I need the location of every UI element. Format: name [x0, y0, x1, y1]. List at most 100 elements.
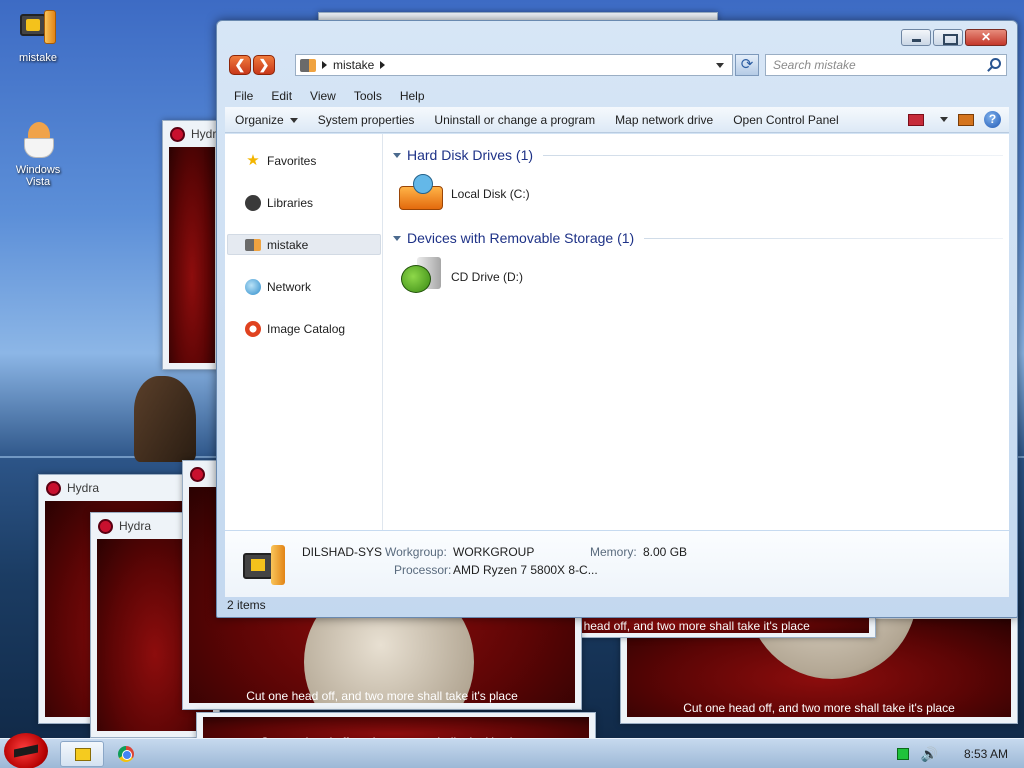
hard-disk-icon: [399, 174, 443, 214]
hydra-caption: Cut one head off, and two more shall tak…: [683, 701, 955, 715]
menu-file[interactable]: File: [225, 85, 262, 107]
sidebar-item-libraries[interactable]: Libraries: [225, 182, 382, 224]
workgroup-label: Workgroup:: [385, 545, 447, 559]
menu-help[interactable]: Help: [391, 85, 434, 107]
group-header-removable[interactable]: Devices with Removable Storage (1): [393, 227, 1003, 249]
group-title: Devices with Removable Storage (1): [407, 230, 635, 246]
hydra-icon: [98, 519, 113, 534]
close-button[interactable]: [965, 29, 1007, 46]
group-divider: [543, 154, 1003, 156]
file-view: Hard Disk Drives (1) Local Disk (C:) Dev…: [385, 134, 1009, 530]
details-pane: DILSHAD-SYS Workgroup: WORKGROUP Memory:…: [225, 531, 1009, 597]
content-area: ★ Favorites Libraries mistake Network Im…: [225, 134, 1009, 530]
taskbar-explorer-button[interactable]: [60, 741, 104, 767]
chevron-right-icon[interactable]: [322, 61, 327, 69]
change-view-icon[interactable]: [908, 113, 924, 126]
chevron-down-icon[interactable]: [716, 63, 724, 68]
sidebar-item-label: Network: [267, 280, 312, 294]
preview-pane-icon[interactable]: [958, 113, 974, 126]
chevron-down-icon: [289, 117, 298, 123]
sea-rock-wallpaper: [134, 376, 196, 462]
search-input[interactable]: Search mistake: [765, 54, 1007, 76]
sidebar-item-image-catalog[interactable]: Image Catalog: [225, 308, 382, 350]
taskbar: 🔊 8:53 AM: [0, 733, 1024, 768]
view-controls: ?: [908, 111, 1001, 128]
collapse-icon[interactable]: [393, 152, 401, 158]
sidebar-item-label: Libraries: [267, 196, 314, 210]
forward-button[interactable]: ❯: [253, 55, 275, 75]
cd-drive-icon: [399, 257, 443, 297]
desktop-icon-windows-vista[interactable]: Windows Vista: [6, 120, 70, 188]
chrome-icon: [118, 746, 134, 762]
libraries-icon: [245, 195, 261, 211]
workgroup-value: WORKGROUP: [453, 545, 535, 559]
navigation-bar: ❮ ❯ mistake ⟳ Search mistake: [227, 54, 1007, 78]
group-header-hard-disks[interactable]: Hard Disk Drives (1): [393, 144, 1003, 166]
sidebar-item-label: mistake: [267, 238, 309, 252]
status-bar: 2 items: [225, 598, 1009, 614]
open-control-panel-button[interactable]: Open Control Panel: [723, 113, 848, 127]
group-divider: [644, 237, 1003, 239]
explorer-window[interactable]: ❮ ❯ mistake ⟳ Search mistake File Edit V…: [216, 20, 1018, 618]
item-count: 2 items: [227, 598, 266, 612]
system-properties-button[interactable]: System properties: [308, 113, 425, 127]
breadcrumb-item[interactable]: mistake: [333, 58, 374, 72]
image-catalog-icon: [245, 321, 261, 337]
help-icon[interactable]: ?: [984, 111, 1001, 128]
desktop-icon-label: mistake: [19, 52, 57, 64]
chevron-right-icon[interactable]: [380, 61, 386, 69]
desktop-icon-computer[interactable]: mistake: [6, 8, 70, 64]
address-bar[interactable]: mistake: [295, 54, 733, 76]
sidebar-item-network[interactable]: Network: [225, 266, 382, 308]
network-status-icon[interactable]: [896, 748, 909, 760]
drive-label: Local Disk (C:): [451, 187, 530, 201]
hydra-window[interactable]: Hydra: [162, 120, 223, 370]
maximize-button[interactable]: [933, 29, 963, 46]
clock[interactable]: 8:53 AM: [950, 747, 1014, 761]
back-button[interactable]: ❮: [229, 55, 251, 75]
search-placeholder: Search mistake: [773, 58, 856, 72]
command-bar: Organize System properties Uninstall or …: [225, 107, 1009, 133]
memory-value: 8.00 GB: [643, 545, 688, 559]
menu-tools[interactable]: Tools: [345, 85, 391, 107]
window-controls: [901, 29, 1007, 46]
egg-icon: [18, 120, 58, 160]
computer-icon: [300, 58, 316, 72]
drive-item-local-disk[interactable]: Local Disk (C:): [399, 172, 530, 216]
processor-label: Processor:: [394, 563, 452, 577]
sidebar-item-label: Favorites: [267, 154, 317, 168]
sidebar-item-favorites[interactable]: ★ Favorites: [225, 140, 382, 182]
computer-icon: [241, 543, 287, 587]
uninstall-program-button[interactable]: Uninstall or change a program: [424, 113, 605, 127]
search-icon[interactable]: [990, 58, 1001, 69]
taskbar-chrome-button[interactable]: [104, 741, 148, 767]
computer-icon: [18, 8, 58, 48]
start-button[interactable]: [4, 733, 48, 768]
chevron-down-icon[interactable]: [940, 117, 948, 122]
hydra-caption: Cut one head off, and two more shall tak…: [246, 689, 518, 703]
drive-label: CD Drive (D:): [451, 270, 523, 284]
menu-bar: File Edit View Tools Help: [225, 85, 1009, 107]
refresh-button[interactable]: ⟳: [735, 54, 759, 76]
minimize-button[interactable]: [901, 29, 931, 46]
sidebar-item-label: Image Catalog: [267, 322, 346, 336]
processor-value: AMD Ryzen 7 5800X 8-C...: [453, 563, 598, 577]
computer-icon: [245, 239, 261, 251]
memory-label: Memory:: [590, 545, 637, 559]
drive-item-cd[interactable]: CD Drive (D:): [399, 255, 523, 299]
star-icon: ★: [246, 152, 260, 169]
sidebar-item-computer[interactable]: mistake: [225, 224, 382, 266]
volume-icon[interactable]: 🔊: [921, 746, 938, 763]
hydra-icon: [46, 481, 61, 496]
hydra-window-title: Hydra: [67, 481, 100, 495]
network-icon: [245, 279, 261, 295]
map-network-drive-button[interactable]: Map network drive: [605, 113, 723, 127]
computer-name: DILSHAD-SYS: [302, 545, 383, 559]
hydra-wallpaper: [169, 147, 215, 363]
menu-view[interactable]: View: [301, 85, 345, 107]
navigation-pane: ★ Favorites Libraries mistake Network Im…: [225, 134, 383, 530]
hydra-icon: [190, 467, 205, 482]
organize-button[interactable]: Organize: [225, 113, 308, 127]
menu-edit[interactable]: Edit: [262, 85, 301, 107]
collapse-icon[interactable]: [393, 235, 401, 241]
